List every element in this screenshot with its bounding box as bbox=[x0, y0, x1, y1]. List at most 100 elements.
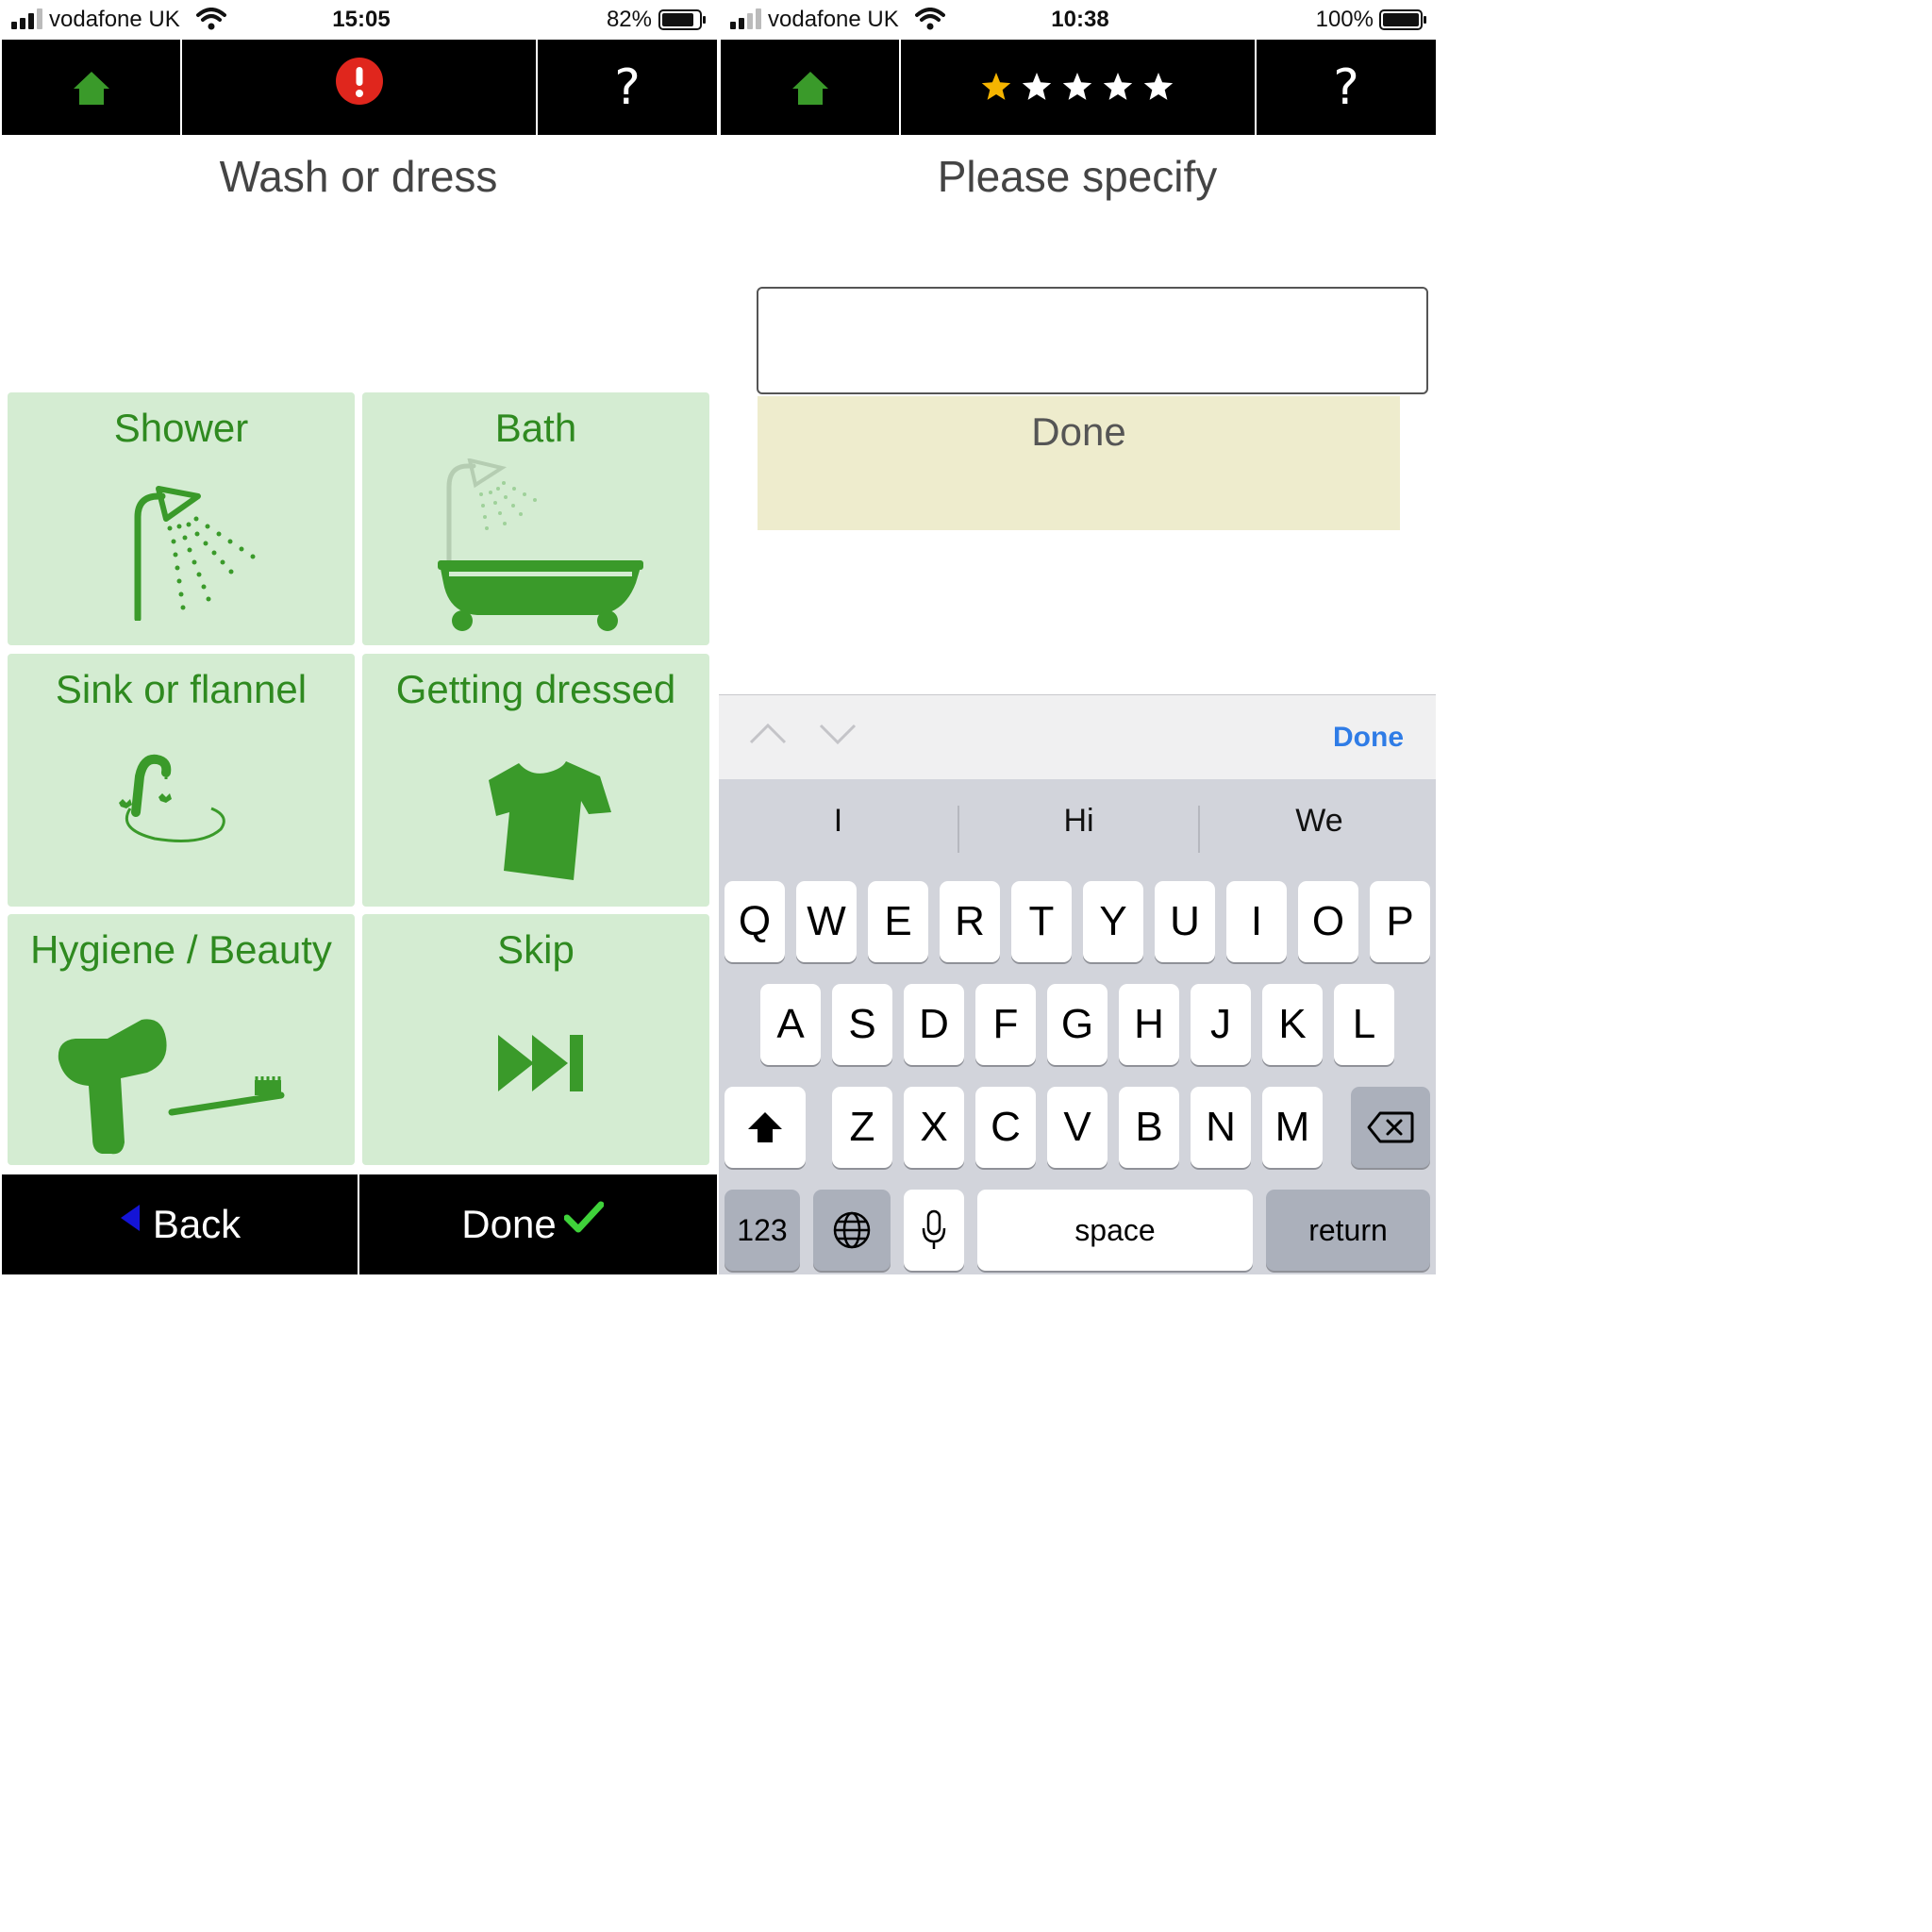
key-m[interactable]: M bbox=[1262, 1087, 1323, 1168]
home-button[interactable] bbox=[721, 40, 899, 135]
skip-icon bbox=[498, 1035, 583, 1091]
bath-icon bbox=[438, 458, 643, 631]
hairdryer-toothbrush-icon bbox=[58, 1019, 285, 1155]
tile-label: Hygiene / Beauty bbox=[30, 927, 332, 972]
help-button[interactable]: ? bbox=[1257, 40, 1436, 135]
wifi-icon bbox=[196, 8, 226, 30]
wifi-icon bbox=[915, 8, 945, 30]
tile-label: Bath bbox=[494, 406, 577, 450]
keyboard: I Hi We Q W E R T Y U I O P A S D F G H … bbox=[719, 779, 1436, 1274]
checkmark-icon bbox=[563, 1201, 604, 1233]
back-arrow-icon bbox=[120, 1205, 140, 1231]
key-z[interactable]: Z bbox=[832, 1087, 892, 1168]
key-d[interactable]: D bbox=[904, 984, 964, 1065]
done-panel-label: Done bbox=[1031, 409, 1126, 454]
key-b[interactable]: B bbox=[1119, 1087, 1179, 1168]
star-icon[interactable] bbox=[981, 72, 1010, 100]
alert-icon bbox=[335, 57, 383, 105]
backspace-icon bbox=[1367, 1111, 1414, 1143]
key-x[interactable]: X bbox=[904, 1087, 964, 1168]
key-t[interactable]: T bbox=[1011, 881, 1072, 962]
key-n[interactable]: N bbox=[1191, 1087, 1251, 1168]
numbers-key[interactable]: 123 bbox=[724, 1190, 800, 1271]
key-f[interactable]: F bbox=[975, 984, 1036, 1065]
star-icon[interactable] bbox=[1022, 72, 1051, 100]
suggestion-item[interactable]: Hi bbox=[959, 779, 1198, 862]
star-icon[interactable] bbox=[1143, 72, 1173, 100]
key-g[interactable]: G bbox=[1047, 984, 1108, 1065]
carrier-name: vodafone UK bbox=[768, 7, 899, 32]
chevron-up-icon[interactable] bbox=[747, 722, 789, 746]
star-rating-icon bbox=[981, 72, 1173, 100]
chevron-down-icon[interactable] bbox=[817, 722, 858, 746]
space-key[interactable]: space bbox=[977, 1190, 1253, 1271]
tile-hygiene-beauty[interactable]: Hygiene / Beauty bbox=[8, 914, 355, 1165]
page-title: Please specify bbox=[937, 152, 1218, 201]
return-key[interactable]: return bbox=[1266, 1190, 1430, 1271]
key-w[interactable]: W bbox=[796, 881, 857, 962]
backspace-key[interactable] bbox=[1351, 1087, 1430, 1168]
key-r[interactable]: R bbox=[940, 881, 1000, 962]
battery-percent: 100% bbox=[1315, 7, 1374, 32]
carrier-name: vodafone UK bbox=[49, 7, 180, 32]
rating-stars[interactable] bbox=[901, 40, 1255, 135]
tile-sink-or-flannel[interactable]: Sink or flannel bbox=[8, 654, 355, 907]
key-l[interactable]: L bbox=[1334, 984, 1394, 1065]
home-button[interactable] bbox=[2, 40, 180, 135]
top-nav: ? bbox=[0, 40, 717, 135]
key-v[interactable]: V bbox=[1047, 1087, 1108, 1168]
done-label: Done bbox=[461, 1202, 557, 1246]
home-icon bbox=[73, 71, 109, 105]
suggestion-bar: I Hi We bbox=[719, 779, 1436, 862]
specify-text-input[interactable] bbox=[757, 287, 1428, 394]
keyboard-done-button[interactable]: Done bbox=[1333, 722, 1404, 754]
tile-getting-dressed[interactable]: Getting dressed bbox=[362, 654, 709, 907]
battery-icon bbox=[1379, 9, 1426, 30]
alert-button[interactable] bbox=[182, 40, 536, 135]
keyboard-accessory-bar: Done bbox=[719, 694, 1436, 780]
tile-bath[interactable]: Bath bbox=[362, 392, 709, 645]
help-button[interactable]: ? bbox=[538, 40, 717, 135]
page-title: Wash or dress bbox=[219, 152, 498, 201]
key-h[interactable]: H bbox=[1119, 984, 1179, 1065]
key-p[interactable]: P bbox=[1370, 881, 1430, 962]
key-e[interactable]: E bbox=[868, 881, 928, 962]
suggestion-item[interactable]: We bbox=[1200, 779, 1436, 862]
suggestion-item[interactable]: I bbox=[719, 779, 958, 862]
status-bar: vodafone UK 10:38 100% bbox=[719, 0, 1436, 40]
key-q[interactable]: Q bbox=[724, 881, 785, 962]
top-nav: ? bbox=[719, 40, 1436, 135]
star-icon[interactable] bbox=[1103, 72, 1132, 100]
microphone-icon bbox=[922, 1209, 946, 1249]
status-time: 10:38 bbox=[1051, 7, 1109, 32]
key-s[interactable]: S bbox=[832, 984, 892, 1065]
key-j[interactable]: J bbox=[1191, 984, 1251, 1065]
home-icon bbox=[791, 71, 828, 105]
battery-icon bbox=[658, 9, 706, 30]
key-c[interactable]: C bbox=[975, 1087, 1036, 1168]
tile-shower[interactable]: Shower bbox=[8, 392, 355, 645]
key-o[interactable]: O bbox=[1298, 881, 1358, 962]
bottom-bar: Back Done bbox=[0, 1174, 717, 1274]
tile-label: Sink or flannel bbox=[55, 667, 308, 711]
tile-skip[interactable]: Skip bbox=[362, 914, 709, 1165]
key-y[interactable]: Y bbox=[1083, 881, 1143, 962]
star-icon[interactable] bbox=[1062, 72, 1091, 100]
shift-key[interactable] bbox=[724, 1087, 806, 1168]
shift-icon bbox=[748, 1112, 782, 1142]
key-i[interactable]: I bbox=[1226, 881, 1287, 962]
key-k[interactable]: K bbox=[1262, 984, 1323, 1065]
key-a[interactable]: A bbox=[760, 984, 821, 1065]
globe-key[interactable] bbox=[813, 1190, 891, 1271]
tile-label: Shower bbox=[113, 406, 249, 450]
back-button[interactable]: Back bbox=[2, 1174, 358, 1274]
back-label: Back bbox=[152, 1202, 242, 1246]
tshirt-icon bbox=[489, 761, 611, 880]
signal-icon bbox=[11, 8, 42, 29]
battery-percent: 82% bbox=[606, 7, 652, 32]
screen-please-specify: vodafone UK 10:38 100% ? Please specify bbox=[719, 0, 1436, 1274]
key-u[interactable]: U bbox=[1155, 881, 1215, 962]
done-panel-button[interactable]: Done bbox=[758, 396, 1400, 530]
done-button[interactable]: Done bbox=[359, 1174, 717, 1274]
microphone-key[interactable] bbox=[904, 1190, 964, 1271]
